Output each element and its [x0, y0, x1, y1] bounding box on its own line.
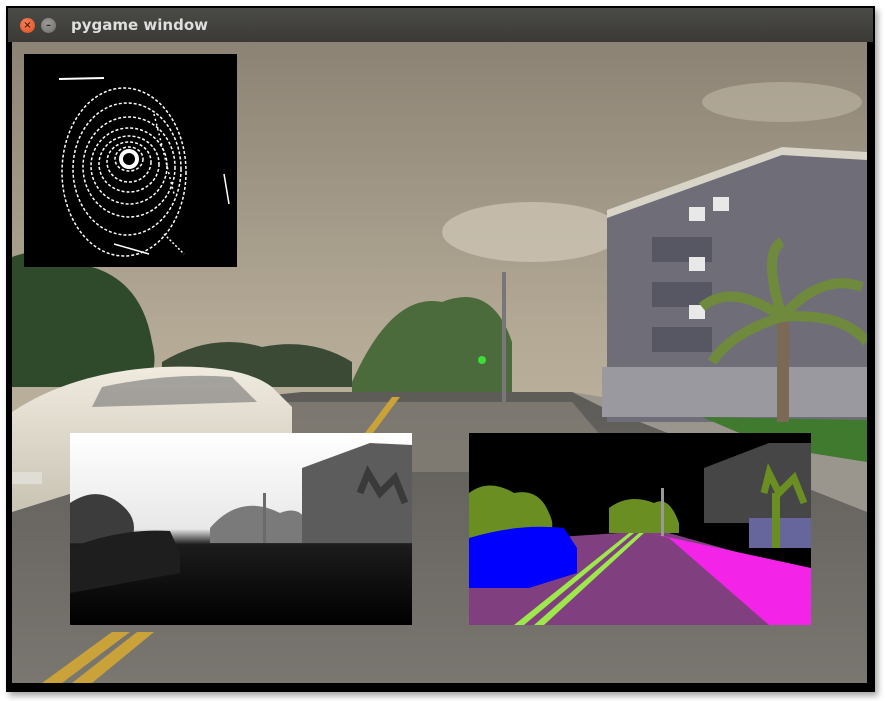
lidar-top-view: [24, 54, 237, 267]
depth-image: [70, 433, 412, 625]
depth-camera-view: [70, 433, 412, 625]
semantic-segmentation-view: [469, 433, 811, 625]
window-title: pygame window: [71, 16, 208, 34]
rgb-camera-view: [12, 42, 867, 683]
segmentation-image: [469, 433, 811, 625]
window-titlebar[interactable]: × – pygame window: [8, 8, 873, 42]
close-button[interactable]: ×: [20, 18, 35, 33]
minimize-button[interactable]: –: [41, 18, 56, 33]
pygame-window: × – pygame window: [6, 6, 875, 692]
lidar-point-cloud: [24, 54, 237, 267]
